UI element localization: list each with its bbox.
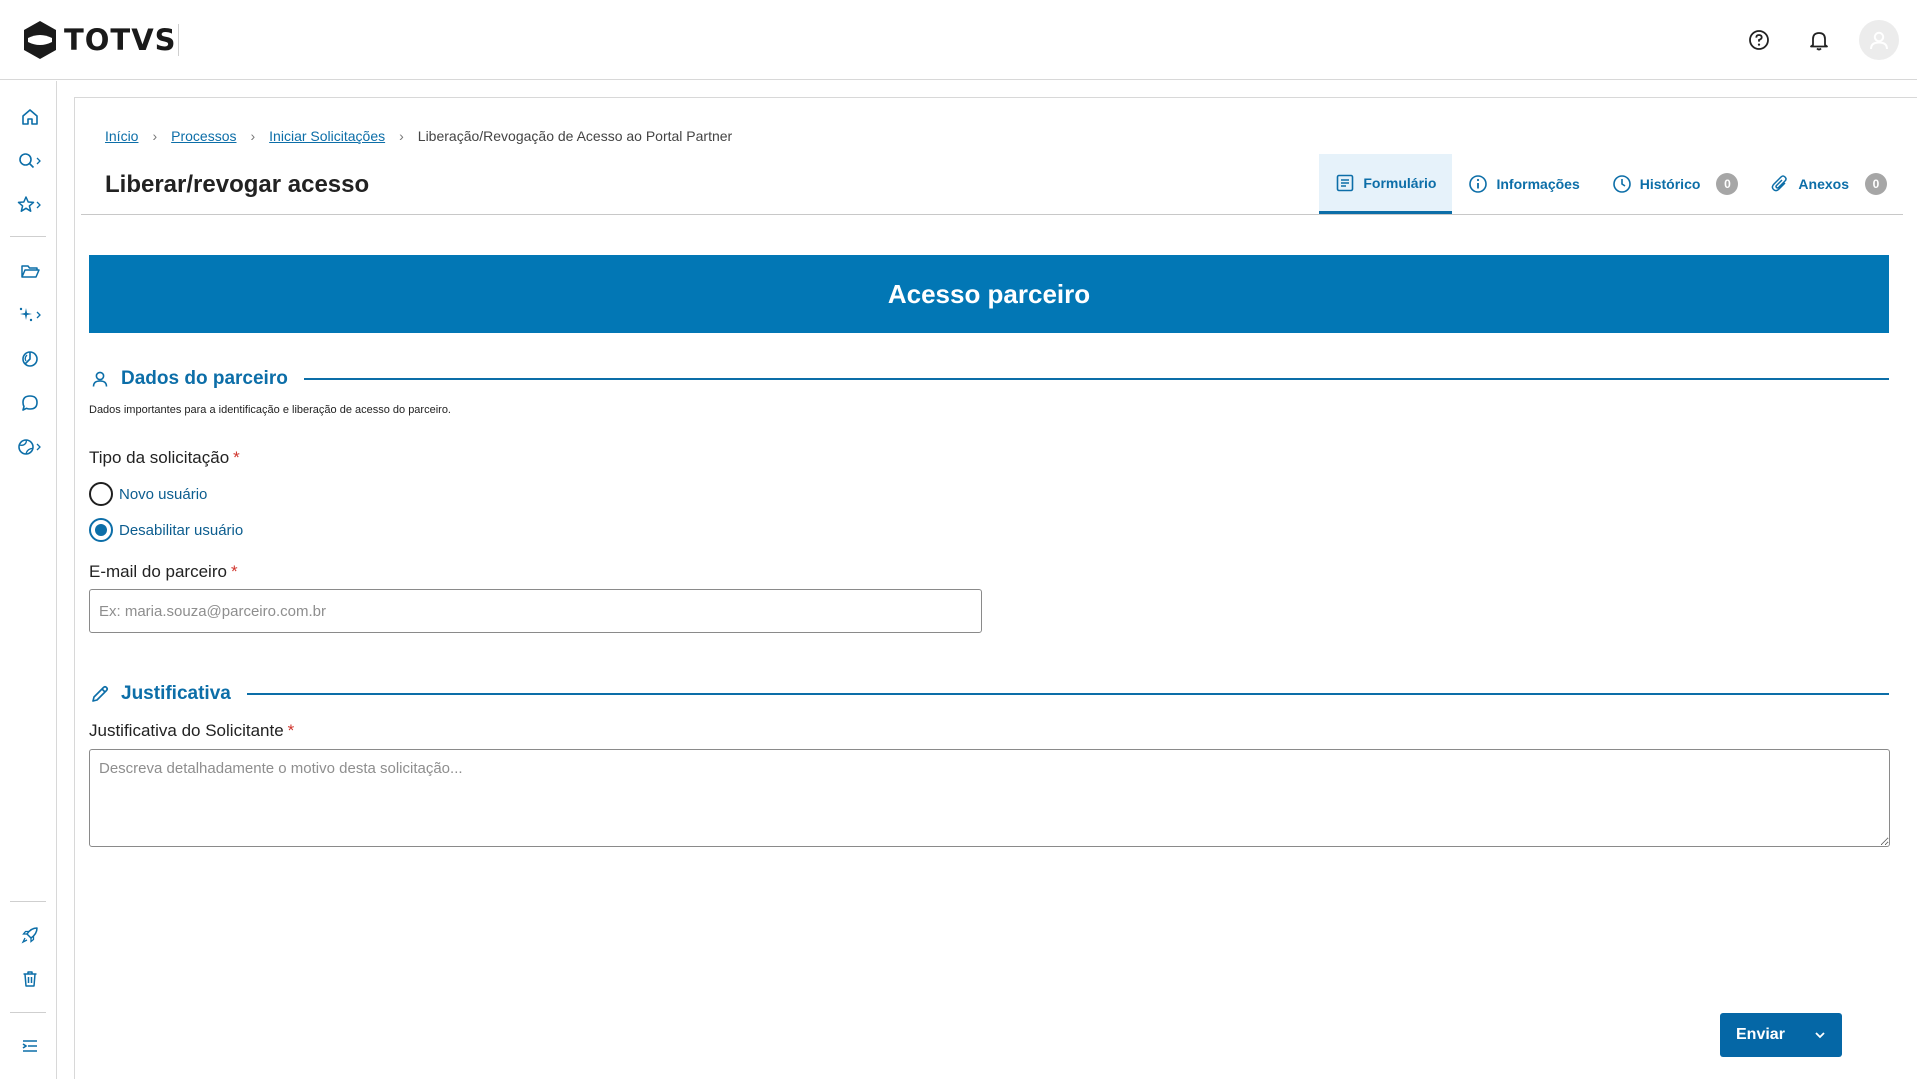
totvs-logo[interactable]: TOTVS bbox=[22, 20, 177, 60]
rail-divider bbox=[10, 1012, 46, 1013]
search-icon[interactable] bbox=[16, 147, 44, 175]
tab-bar: Formulário Informações Histórico 0 Anexo… bbox=[1319, 154, 1903, 214]
radio-circle-selected[interactable] bbox=[89, 518, 113, 542]
section-divider bbox=[303, 378, 1889, 380]
tab-informacoes[interactable]: Informações bbox=[1452, 154, 1595, 214]
breadcrumb-inicio[interactable]: Início bbox=[105, 128, 138, 144]
request-type-label-text: Tipo da solicitação bbox=[89, 448, 230, 467]
section-partner-description: Dados importantes para a identificação e… bbox=[89, 404, 451, 416]
folder-icon[interactable] bbox=[16, 257, 44, 285]
side-rail bbox=[0, 81, 57, 1079]
info-icon bbox=[1469, 175, 1488, 193]
request-type-label: Tipo da solicitação * bbox=[89, 448, 240, 468]
chevron-right-icon: › bbox=[399, 128, 404, 144]
radio-desabilitar-usuario[interactable]: Desabilitar usuário bbox=[89, 518, 243, 542]
home-icon[interactable] bbox=[16, 103, 44, 131]
radio-novo-usuario[interactable]: Novo usuário bbox=[89, 482, 207, 506]
radio-label: Desabilitar usuário bbox=[119, 521, 244, 539]
section-partner-title: Dados do parceiro bbox=[121, 368, 288, 389]
email-label: E-mail do parceiro * bbox=[89, 562, 238, 582]
send-button[interactable]: Enviar bbox=[1720, 1013, 1842, 1057]
tab-label: Formulário bbox=[1363, 174, 1437, 191]
radio-dot bbox=[95, 524, 107, 536]
brand-name: TOTVS bbox=[64, 23, 177, 57]
required-mark: * bbox=[230, 562, 238, 581]
globe-icon[interactable] bbox=[16, 433, 44, 461]
tab-label: Anexos bbox=[1798, 176, 1849, 192]
email-label-text: E-mail do parceiro bbox=[89, 562, 227, 581]
tab-formulario[interactable]: Formulário bbox=[1319, 154, 1453, 214]
breadcrumb-current: Liberação/Revogação de Acesso ao Portal … bbox=[417, 128, 733, 144]
justification-label: Justificativa do Solicitante * bbox=[89, 721, 294, 741]
email-field[interactable] bbox=[89, 589, 982, 633]
chevron-right-icon: › bbox=[152, 128, 158, 144]
help-icon[interactable] bbox=[1739, 20, 1779, 60]
send-button-label: Enviar bbox=[1736, 1026, 1785, 1043]
section-justification-header: Justificativa bbox=[89, 683, 1889, 705]
trash-icon[interactable] bbox=[16, 965, 44, 993]
user-icon bbox=[89, 368, 111, 390]
rocket-icon[interactable] bbox=[16, 921, 44, 949]
logo-divider bbox=[178, 24, 179, 56]
rail-divider bbox=[10, 901, 46, 902]
chart-icon[interactable] bbox=[16, 345, 44, 373]
rail-divider bbox=[10, 236, 46, 237]
radio-circle[interactable] bbox=[89, 482, 113, 506]
tab-anexos[interactable]: Anexos 0 bbox=[1754, 154, 1903, 214]
menu-collapse-icon[interactable] bbox=[16, 1032, 44, 1060]
sparkle-icon[interactable] bbox=[16, 301, 44, 329]
breadcrumb-processos[interactable]: Processos bbox=[171, 128, 236, 144]
breadcrumb: Início › Processos › Iniciar Solicitaçõe… bbox=[105, 128, 732, 144]
chevron-down-icon[interactable] bbox=[1798, 1028, 1842, 1042]
tab-count-badge: 0 bbox=[1716, 173, 1739, 195]
tab-bar-divider bbox=[81, 214, 1903, 215]
user-avatar[interactable] bbox=[1859, 20, 1899, 60]
chevron-right-icon: › bbox=[250, 128, 256, 144]
required-mark: * bbox=[287, 721, 295, 740]
justification-textarea[interactable] bbox=[89, 749, 1890, 847]
tab-label: Informações bbox=[1496, 176, 1580, 192]
form-icon bbox=[1337, 174, 1354, 191]
pencil-icon bbox=[89, 683, 111, 705]
form-banner: Acesso parceiro bbox=[89, 255, 1889, 333]
section-justification-title: Justificativa bbox=[121, 683, 231, 704]
radio-label: Novo usuário bbox=[119, 485, 208, 503]
chat-icon[interactable] bbox=[16, 389, 44, 417]
page-title: Liberar/revogar acesso bbox=[105, 171, 370, 198]
section-divider bbox=[246, 693, 1889, 695]
justification-label-text: Justificativa do Solicitante bbox=[89, 721, 284, 740]
section-partner-header: Dados do parceiro bbox=[89, 368, 1889, 390]
clock-icon bbox=[1612, 175, 1631, 193]
top-bar: TOTVS bbox=[0, 0, 1917, 80]
required-mark: * bbox=[233, 448, 240, 467]
paperclip-icon bbox=[1772, 175, 1788, 192]
main-panel: Início › Processos › Iniciar Solicitaçõe… bbox=[74, 97, 1917, 1079]
breadcrumb-iniciar-solicitacoes[interactable]: Iniciar Solicitações bbox=[269, 128, 385, 144]
star-icon[interactable] bbox=[16, 191, 44, 219]
tab-count-badge: 0 bbox=[1865, 173, 1887, 195]
bell-icon[interactable] bbox=[1799, 20, 1839, 60]
tab-historico[interactable]: Histórico 0 bbox=[1596, 154, 1755, 214]
tab-label: Histórico bbox=[1639, 176, 1701, 192]
user-icon bbox=[1870, 31, 1888, 50]
totvs-logo-icon bbox=[24, 21, 56, 59]
